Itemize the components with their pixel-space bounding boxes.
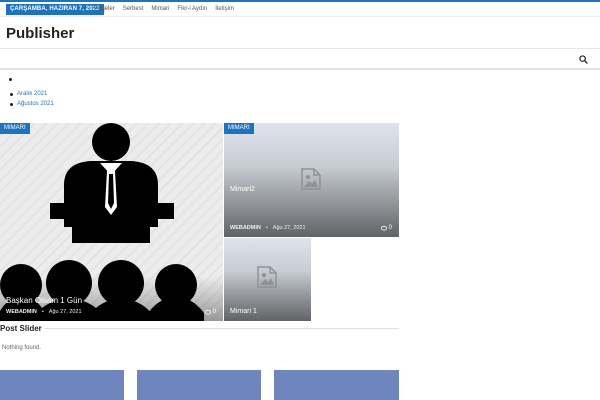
top-nav-item-mimari[interactable]: Mimari [151,4,169,15]
featured-post-small[interactable]: Mimari 1 [224,238,311,321]
post-title[interactable]: Mimari 1 [230,308,257,315]
top-nav-item-serbest[interactable]: Serbest [123,4,144,15]
comment-count[interactable]: 0 [380,225,392,231]
meta-separator: • [265,225,268,231]
post-author[interactable]: WEBADMIN [230,225,261,231]
top-nav-item-projeler[interactable]: Projeler [94,4,115,15]
post-author[interactable]: WEBADMIN [6,309,37,315]
image-placeholder-icon [301,168,321,190]
comment-icon [380,225,387,230]
slider-card[interactable] [274,370,399,400]
empty-message: Nothing found. [2,345,42,351]
top-bar: ÇARŞAMBA, HAZIRAN 7, 2023 Projeler Serbe… [0,0,600,17]
archive-link[interactable]: Ağustos 2021 [10,99,54,109]
image-placeholder-icon [257,266,277,288]
top-nav: Projeler Serbest Mimari Fikr-i Aydın İle… [94,4,234,15]
post-title[interactable]: Başkan Olsam 1 Gün [6,296,82,305]
meta-separator: • [41,309,44,315]
section-divider [44,328,399,329]
slider-card[interactable] [137,370,261,400]
post-date: Ağu 27, 2021 [48,309,82,315]
comment-count-value: 0 [388,225,392,231]
comment-count[interactable]: 0 [204,309,216,315]
featured-post-large[interactable]: MIMARI Başkan Olsam 1 Gün WEBADMIN • Ağu… [0,123,223,321]
empty-list-bullet [9,78,12,81]
category-badge[interactable]: MIMARI [0,123,30,134]
comment-icon [204,309,211,314]
featured-post-medium[interactable]: MIMARI Mimari2 WEBADMIN • Ağu 27, 2021 0 [224,123,399,237]
comment-count-value: 0 [212,309,216,315]
post-date: Ağu 27, 2021 [272,225,306,231]
archive-list: Aralık 2021 Ağustos 2021 [10,89,54,109]
date-badge: ÇARŞAMBA, HAZIRAN 7, 2023 [6,4,104,15]
slider-card[interactable] [0,370,124,400]
search-icon[interactable] [579,55,588,64]
category-badge[interactable]: MIMARI [224,123,254,134]
post-meta: WEBADMIN • Ağu 27, 2021 [6,309,82,315]
divider [0,48,600,49]
main-nav-bar [0,50,600,70]
post-title[interactable]: Mimari2 [230,186,255,193]
archive-link[interactable]: Aralık 2021 [10,89,54,99]
top-nav-item-fikr-i-aydin[interactable]: Fikr-i Aydın [177,4,207,15]
post-meta: WEBADMIN • Ağu 27, 2021 [230,225,306,231]
top-nav-item-iletisim[interactable]: İletişim [215,4,234,15]
site-title[interactable]: Publisher [6,25,74,42]
section-title: Post Slider [0,324,42,333]
